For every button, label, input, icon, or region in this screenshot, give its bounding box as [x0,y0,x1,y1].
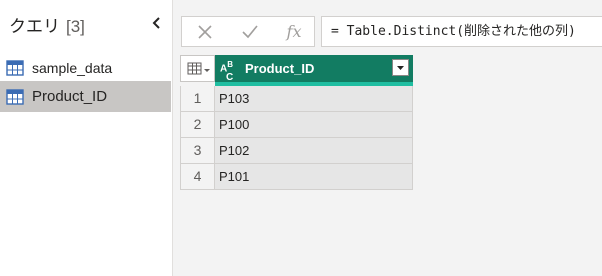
table-cell[interactable]: P100 [215,112,413,138]
grid-header: AB C Product_ID [180,55,414,86]
table-row: 3 P102 [180,138,413,164]
query-item-label: Product_ID [32,88,108,105]
table-icon [6,88,24,105]
table-row: 4 P101 [180,164,413,190]
row-number: 4 [180,164,215,190]
table-cell[interactable]: P102 [215,138,413,164]
queries-title-label: クエリ [9,17,60,36]
check-icon [242,24,258,38]
query-item-sample-data[interactable]: sample_data [0,52,171,83]
grid-rows: 1 P103 2 P100 3 P102 4 P101 [180,86,413,190]
cancel-button[interactable] [182,17,228,46]
data-grid: AB C Product_ID 1 P103 2 P100 3 P102 4 P… [180,55,414,190]
queries-pane: クエリ [3] sample_data Product_ID [0,0,173,276]
column-filter-button[interactable] [392,59,409,76]
insert-function-button[interactable]: fx [272,17,316,46]
main-area: fx = Table.Distinct(削除された他の列) AB C Produc… [173,0,602,276]
formula-buttons: fx [181,16,315,47]
close-icon [198,24,212,39]
queries-count: [3] [66,17,85,36]
table-row: 1 P103 [180,86,413,112]
commit-button[interactable] [228,17,272,46]
column-header-product-id[interactable]: AB C Product_ID [215,55,413,83]
row-number: 3 [180,138,215,164]
column-header-label: Product_ID [245,61,315,76]
table-icon [6,59,24,76]
table-menu-icon [187,62,210,75]
queries-pane-title: クエリ [3] [9,12,85,37]
chevron-down-icon [397,66,404,70]
text-type-icon[interactable]: AB C [220,60,233,83]
formula-input[interactable]: = Table.Distinct(削除された他の列) [321,16,602,47]
chevron-left-icon[interactable] [150,15,164,31]
query-item-product-id[interactable]: Product_ID [0,81,171,112]
table-menu-button[interactable] [180,55,215,82]
table-row: 2 P100 [180,112,413,138]
row-number: 1 [180,86,215,112]
table-cell[interactable]: P103 [215,86,413,112]
row-number: 2 [180,112,215,138]
fx-icon: fx [286,22,302,41]
table-cell[interactable]: P101 [215,164,413,190]
query-item-label: sample_data [32,59,113,76]
